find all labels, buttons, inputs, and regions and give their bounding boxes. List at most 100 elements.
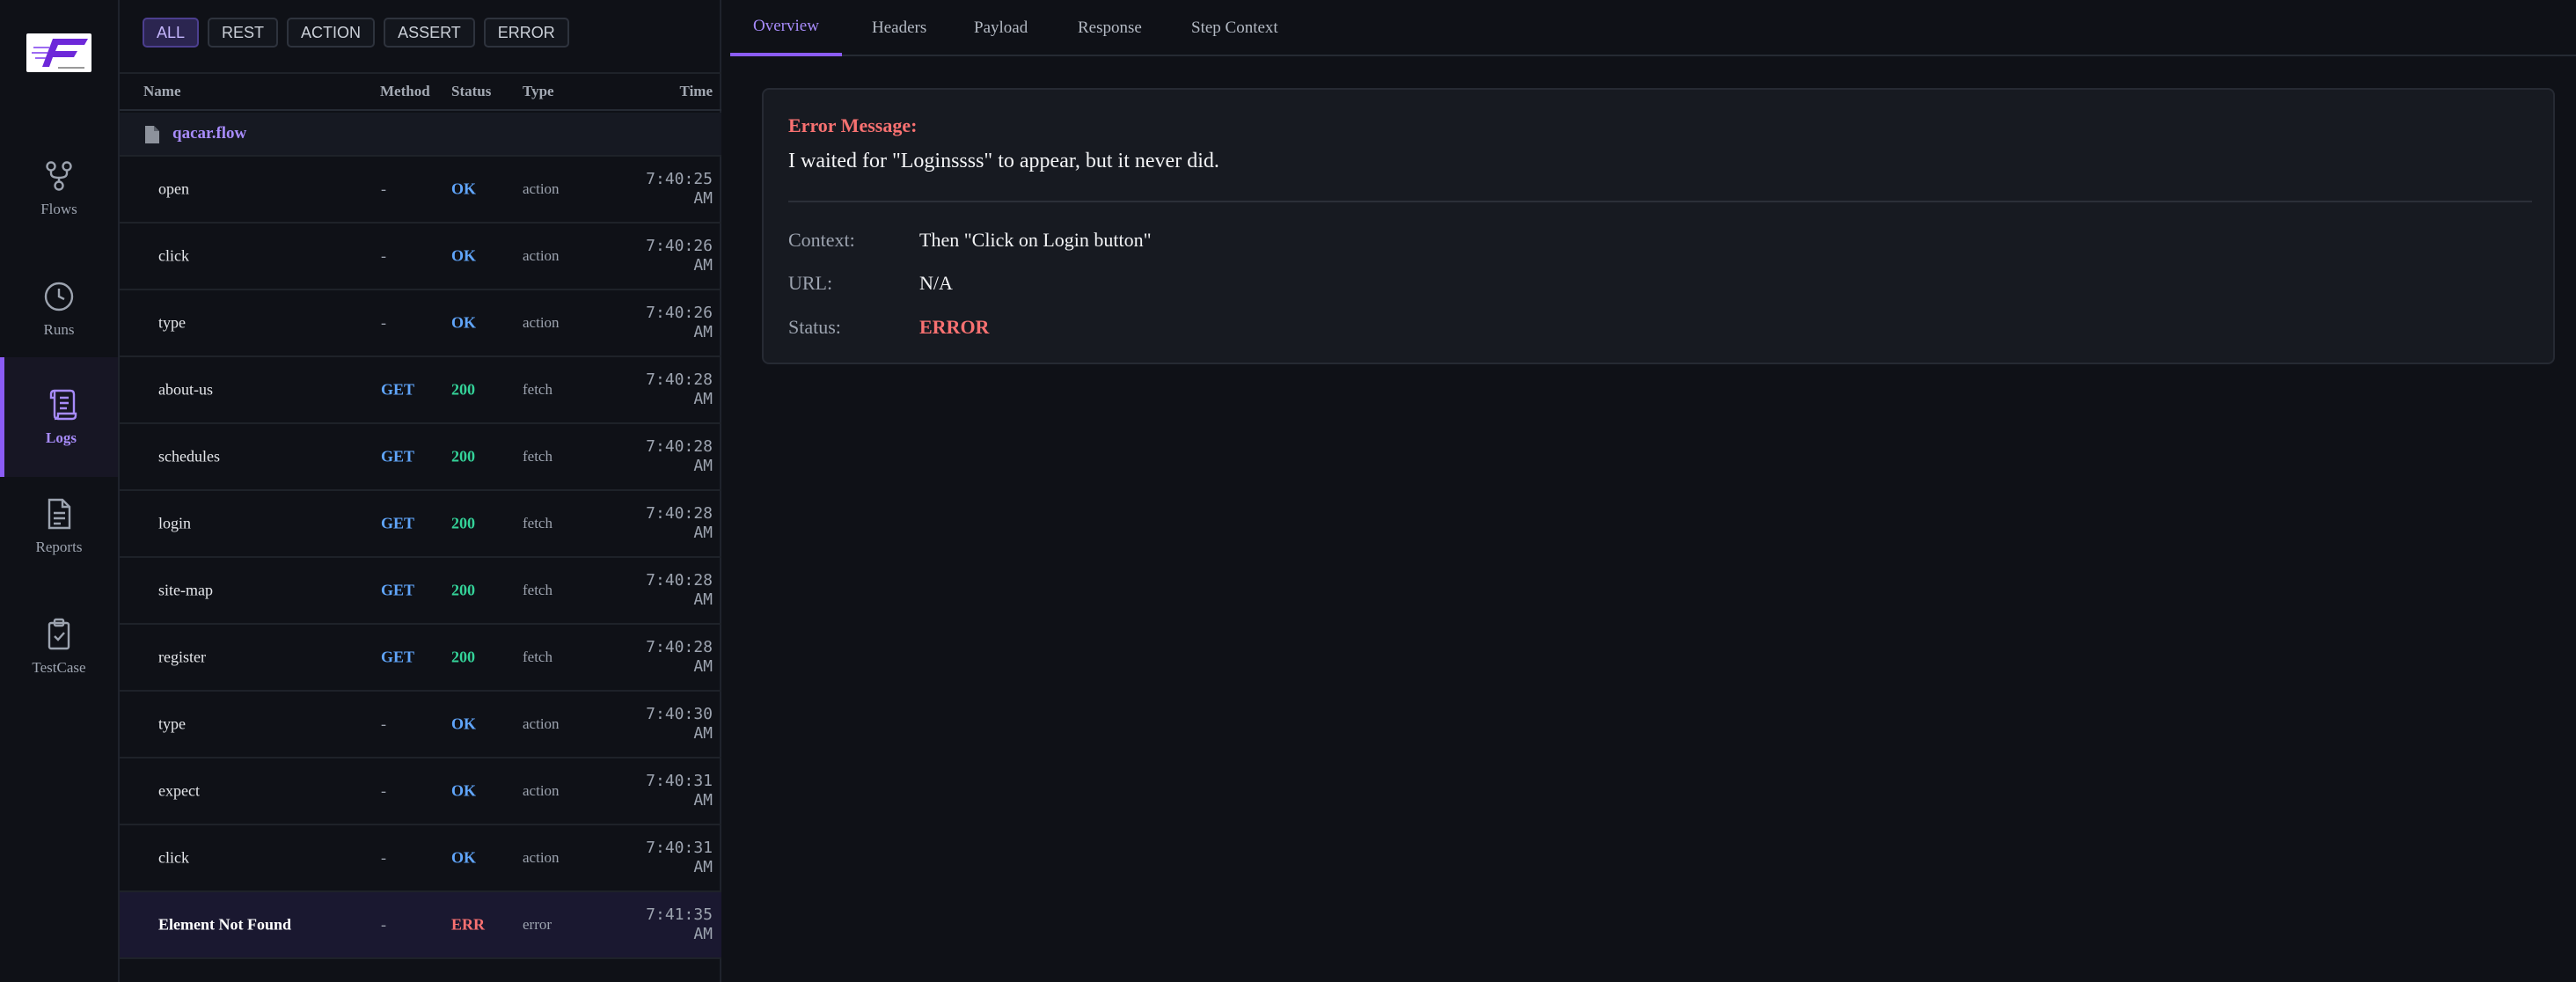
- error-message-label: Error Message:: [788, 114, 918, 136]
- nav-item-flows[interactable]: Flows: [0, 128, 118, 248]
- row-type: action: [523, 180, 560, 197]
- table-row[interactable]: schedules GET 200 fetch 7:40:28 AM: [120, 424, 721, 491]
- nav-label-flows: Flows: [40, 201, 77, 217]
- table-row[interactable]: type - OK action 7:40:26 AM: [120, 290, 721, 357]
- nav-item-runs[interactable]: Runs: [0, 249, 118, 369]
- row-name: Element Not Found: [158, 915, 292, 934]
- nav-label-testcase: TestCase: [32, 659, 86, 676]
- table-row[interactable]: click - OK action 7:40:26 AM: [120, 224, 721, 290]
- row-time: 7:41:35 AM: [607, 905, 713, 944]
- row-name: about-us: [158, 380, 213, 399]
- row-status: ERR: [451, 915, 486, 934]
- row-type: error: [523, 916, 553, 933]
- table-row[interactable]: click - OK action 7:40:31 AM: [120, 825, 721, 892]
- table-row[interactable]: type - OK action 7:40:30 AM: [120, 692, 721, 758]
- row-time: 7:40:28 AM: [607, 638, 713, 677]
- row-time-clock: 7:40:31: [646, 839, 713, 857]
- row-time-clock: 7:41:35: [646, 905, 713, 924]
- row-time: 7:40:28 AM: [607, 437, 713, 476]
- app-logo[interactable]: [26, 33, 91, 72]
- table-row[interactable]: open - OK action 7:40:25 AM: [120, 157, 721, 224]
- nav-label-runs: Runs: [43, 321, 75, 338]
- table-row[interactable]: register GET 200 fetch 7:40:28 AM: [120, 625, 721, 692]
- row-method: -: [381, 915, 386, 934]
- row-time-ampm: AM: [693, 590, 713, 609]
- divider: [788, 201, 2532, 202]
- document-icon: [48, 498, 71, 530]
- row-time: 7:40:31 AM: [607, 772, 713, 810]
- filter-rest[interactable]: REST: [208, 18, 279, 48]
- tab-headers[interactable]: Headers: [849, 0, 949, 56]
- left-nav: Flows Runs Logs Reports TestCase: [0, 0, 120, 982]
- row-name: type: [158, 715, 186, 733]
- row-status: OK: [451, 246, 477, 265]
- row-type: action: [523, 247, 560, 264]
- detail-tabs: Overview Headers Payload Response Step C…: [730, 0, 2576, 56]
- context-label: Context:: [788, 229, 855, 251]
- row-type: action: [523, 715, 560, 732]
- tab-payload[interactable]: Payload: [951, 0, 1050, 56]
- row-time: 7:40:26 AM: [607, 237, 713, 275]
- row-type: fetch: [523, 381, 553, 398]
- row-name: schedules: [158, 447, 220, 465]
- table-row[interactable]: login GET 200 fetch 7:40:28 AM: [120, 491, 721, 558]
- clipboard-check-icon: [48, 618, 70, 650]
- row-type: action: [523, 849, 560, 866]
- row-method: GET: [381, 514, 415, 532]
- row-time-ampm: AM: [693, 657, 713, 676]
- row-status: 200: [451, 514, 475, 532]
- row-time-clock: 7:40:28: [646, 638, 713, 656]
- table-row[interactable]: expect - OK action 7:40:31 AM: [120, 758, 721, 825]
- row-time-ampm: AM: [693, 323, 713, 341]
- filter-action[interactable]: ACTION: [287, 18, 376, 48]
- status-value: ERROR: [919, 316, 990, 338]
- row-name: click: [158, 848, 189, 867]
- nav-item-logs[interactable]: Logs: [0, 357, 118, 477]
- row-time-ampm: AM: [693, 457, 713, 475]
- overview-card: Error Message: I waited for "Loginssss" …: [762, 88, 2555, 364]
- filter-bar: ALL REST ACTION ASSERT ERROR: [143, 18, 569, 48]
- row-method: -: [381, 246, 386, 265]
- row-name: expect: [158, 781, 200, 800]
- flow-group-row[interactable]: qacar.flow: [120, 113, 721, 157]
- row-time-ampm: AM: [693, 791, 713, 810]
- table-row[interactable]: Element Not Found - ERR error 7:41:35 AM: [120, 892, 721, 959]
- row-time-clock: 7:40:26: [646, 304, 713, 322]
- row-time-ampm: AM: [693, 524, 713, 542]
- row-name: type: [158, 313, 186, 332]
- row-type: fetch: [523, 582, 553, 598]
- nav-item-reports[interactable]: Reports: [0, 466, 118, 586]
- row-time: 7:40:28 AM: [607, 504, 713, 543]
- row-name: click: [158, 246, 189, 265]
- nav-item-testcase[interactable]: TestCase: [0, 587, 118, 707]
- row-name: open: [158, 180, 189, 198]
- row-method: -: [381, 848, 386, 867]
- header-time[interactable]: Time: [680, 83, 713, 100]
- flows-icon: [46, 161, 72, 191]
- row-status: 200: [451, 581, 475, 599]
- row-time-clock: 7:40:28: [646, 370, 713, 389]
- header-name[interactable]: Name: [143, 83, 180, 100]
- tab-step-context[interactable]: Step Context: [1168, 0, 1301, 56]
- row-time-clock: 7:40:31: [646, 772, 713, 790]
- row-name: site-map: [158, 581, 213, 599]
- tab-overview[interactable]: Overview: [730, 0, 842, 56]
- table-header: Name Method Status Type Time: [120, 72, 721, 111]
- table-row[interactable]: site-map GET 200 fetch 7:40:28 AM: [120, 558, 721, 625]
- filter-error[interactable]: ERROR: [483, 18, 569, 48]
- row-time-ampm: AM: [693, 925, 713, 943]
- filter-assert[interactable]: ASSERT: [384, 18, 475, 48]
- row-status: OK: [451, 715, 477, 733]
- tab-response[interactable]: Response: [1055, 0, 1165, 56]
- header-status[interactable]: Status: [451, 83, 491, 100]
- table-row[interactable]: about-us GET 200 fetch 7:40:28 AM: [120, 357, 721, 424]
- header-type[interactable]: Type: [523, 83, 554, 100]
- row-name: login: [158, 514, 192, 532]
- row-time: 7:40:26 AM: [607, 304, 713, 342]
- header-method[interactable]: Method: [380, 83, 430, 100]
- filter-all[interactable]: ALL: [143, 18, 200, 48]
- clock-icon: [44, 282, 74, 311]
- row-time: 7:40:31 AM: [607, 839, 713, 877]
- row-status: 200: [451, 648, 475, 666]
- url-label: URL:: [788, 272, 833, 294]
